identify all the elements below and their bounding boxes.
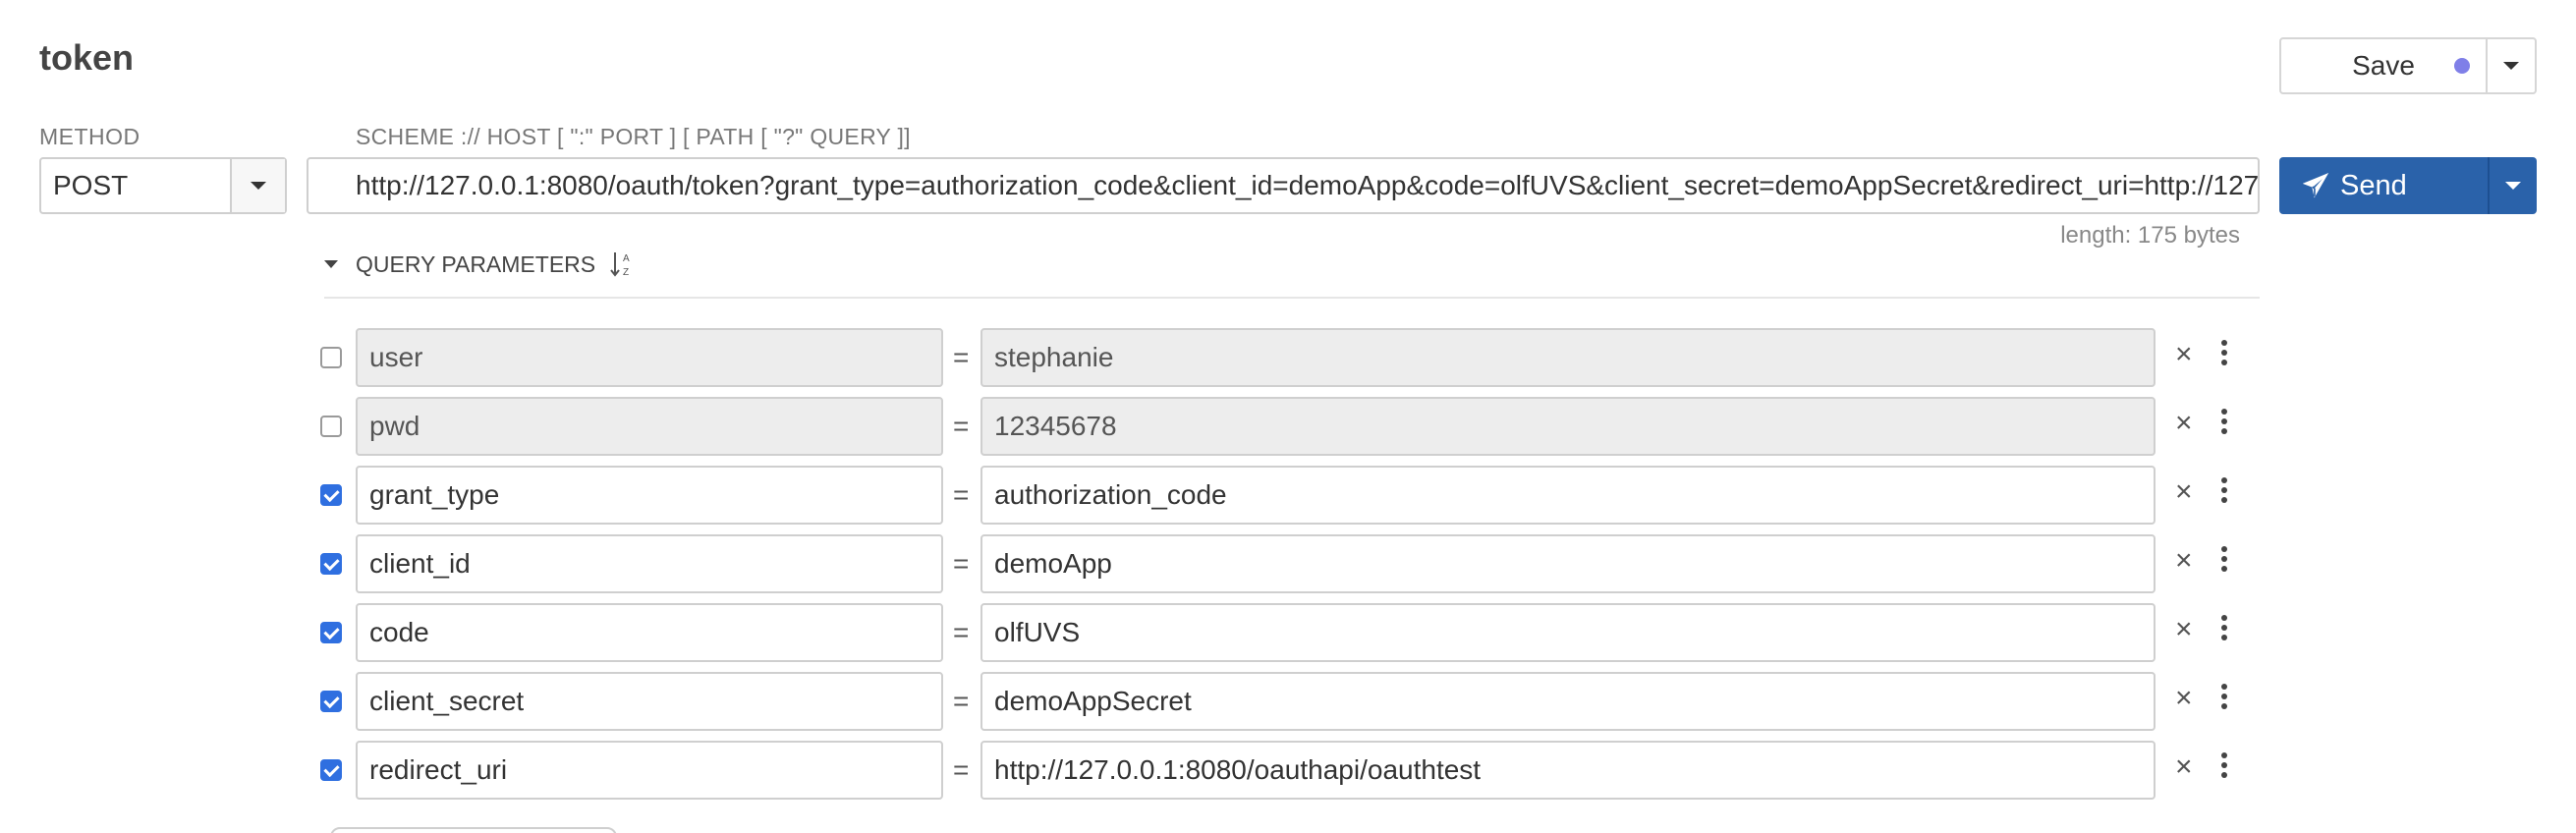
send-options-dropdown[interactable] bbox=[2488, 157, 2537, 214]
section-divider bbox=[324, 297, 2260, 299]
save-button[interactable]: Save bbox=[2281, 39, 2486, 92]
parameter-enabled-checkbox[interactable] bbox=[320, 759, 342, 781]
parameter-enabled-checkbox[interactable] bbox=[320, 347, 342, 368]
remove-parameter-icon[interactable]: × bbox=[2175, 613, 2193, 646]
svg-text:A: A bbox=[623, 253, 630, 264]
query-parameter-row: =× bbox=[320, 603, 2275, 662]
parameter-value-input[interactable] bbox=[980, 466, 2156, 525]
more-options-icon[interactable] bbox=[2220, 615, 2228, 644]
equals-sign: = bbox=[953, 411, 970, 441]
parameter-name-input[interactable] bbox=[356, 397, 943, 456]
parameter-value-input[interactable] bbox=[980, 672, 2156, 731]
parameter-enabled-checkbox[interactable] bbox=[320, 553, 342, 575]
svg-text:Z: Z bbox=[623, 267, 629, 278]
remove-parameter-icon[interactable]: × bbox=[2175, 407, 2193, 440]
add-parameter-button[interactable] bbox=[330, 827, 617, 833]
chevron-down-icon bbox=[2503, 62, 2519, 70]
send-button[interactable]: Send bbox=[2279, 157, 2488, 214]
equals-sign: = bbox=[953, 342, 970, 372]
method-select[interactable]: POST bbox=[39, 157, 287, 214]
parameter-value-input[interactable] bbox=[980, 397, 2156, 456]
query-parameters-toggle[interactable]: QUERY PARAMETERS A Z bbox=[324, 250, 635, 279]
equals-sign: = bbox=[953, 479, 970, 510]
more-options-icon[interactable] bbox=[2220, 684, 2228, 713]
query-parameter-row: =× bbox=[320, 741, 2275, 800]
url-format-hint: SCHEME :// HOST [ ":" PORT ] [ PATH [ "?… bbox=[356, 124, 911, 149]
unsaved-indicator-dot bbox=[2454, 58, 2470, 74]
query-parameter-row: =× bbox=[320, 466, 2275, 525]
query-parameter-row: =× bbox=[320, 672, 2275, 731]
parameter-name-input[interactable] bbox=[356, 741, 943, 800]
parameter-name-input[interactable] bbox=[356, 672, 943, 731]
chevron-down-icon bbox=[251, 182, 266, 190]
parameter-value-input[interactable] bbox=[980, 603, 2156, 662]
query-parameters-header: QUERY PARAMETERS bbox=[356, 250, 596, 277]
method-value: POST bbox=[53, 170, 129, 200]
sort-alpha-icon[interactable]: A Z bbox=[609, 250, 635, 279]
collapse-triangle-icon bbox=[324, 260, 338, 268]
send-button-label: Send bbox=[2340, 169, 2407, 201]
parameter-enabled-checkbox[interactable] bbox=[320, 484, 342, 506]
parameter-enabled-checkbox[interactable] bbox=[320, 622, 342, 643]
more-options-icon[interactable] bbox=[2220, 340, 2228, 369]
parameter-name-input[interactable] bbox=[356, 466, 943, 525]
method-label: METHOD bbox=[39, 124, 140, 149]
query-parameter-row: =× bbox=[320, 328, 2275, 387]
parameter-name-input[interactable] bbox=[356, 534, 943, 593]
parameter-enabled-checkbox[interactable] bbox=[320, 691, 342, 712]
chevron-down-icon bbox=[2505, 182, 2521, 190]
more-options-icon[interactable] bbox=[2220, 409, 2228, 438]
remove-parameter-icon[interactable]: × bbox=[2175, 682, 2193, 715]
paper-plane-icon bbox=[2303, 173, 2328, 198]
save-button-label: Save bbox=[2352, 50, 2415, 81]
save-options-dropdown[interactable] bbox=[2486, 39, 2535, 92]
method-dropdown-toggle[interactable] bbox=[230, 159, 285, 212]
equals-sign: = bbox=[953, 754, 970, 785]
parameter-value-input[interactable] bbox=[980, 741, 2156, 800]
send-button-group: Send bbox=[2279, 157, 2537, 214]
equals-sign: = bbox=[953, 617, 970, 647]
url-length-info: length: 175 bytes bbox=[2060, 222, 2240, 249]
equals-sign: = bbox=[953, 548, 970, 579]
more-options-icon[interactable] bbox=[2220, 477, 2228, 507]
query-parameter-row: =× bbox=[320, 397, 2275, 456]
url-input[interactable] bbox=[307, 157, 2260, 214]
parameter-name-input[interactable] bbox=[356, 328, 943, 387]
parameter-value-input[interactable] bbox=[980, 534, 2156, 593]
remove-parameter-icon[interactable]: × bbox=[2175, 338, 2193, 371]
remove-parameter-icon[interactable]: × bbox=[2175, 475, 2193, 509]
parameter-name-input[interactable] bbox=[356, 603, 943, 662]
more-options-icon[interactable] bbox=[2220, 752, 2228, 782]
query-parameter-row: =× bbox=[320, 534, 2275, 593]
remove-parameter-icon[interactable]: × bbox=[2175, 750, 2193, 784]
more-options-icon[interactable] bbox=[2220, 546, 2228, 576]
parameter-enabled-checkbox[interactable] bbox=[320, 416, 342, 437]
save-button-group: Save bbox=[2279, 37, 2537, 94]
remove-parameter-icon[interactable]: × bbox=[2175, 544, 2193, 578]
equals-sign: = bbox=[953, 686, 970, 716]
request-editor: token Save METHOD SCHEME :// HOST [ ":" … bbox=[0, 0, 2576, 833]
request-title: token bbox=[39, 37, 135, 78]
parameter-value-input[interactable] bbox=[980, 328, 2156, 387]
